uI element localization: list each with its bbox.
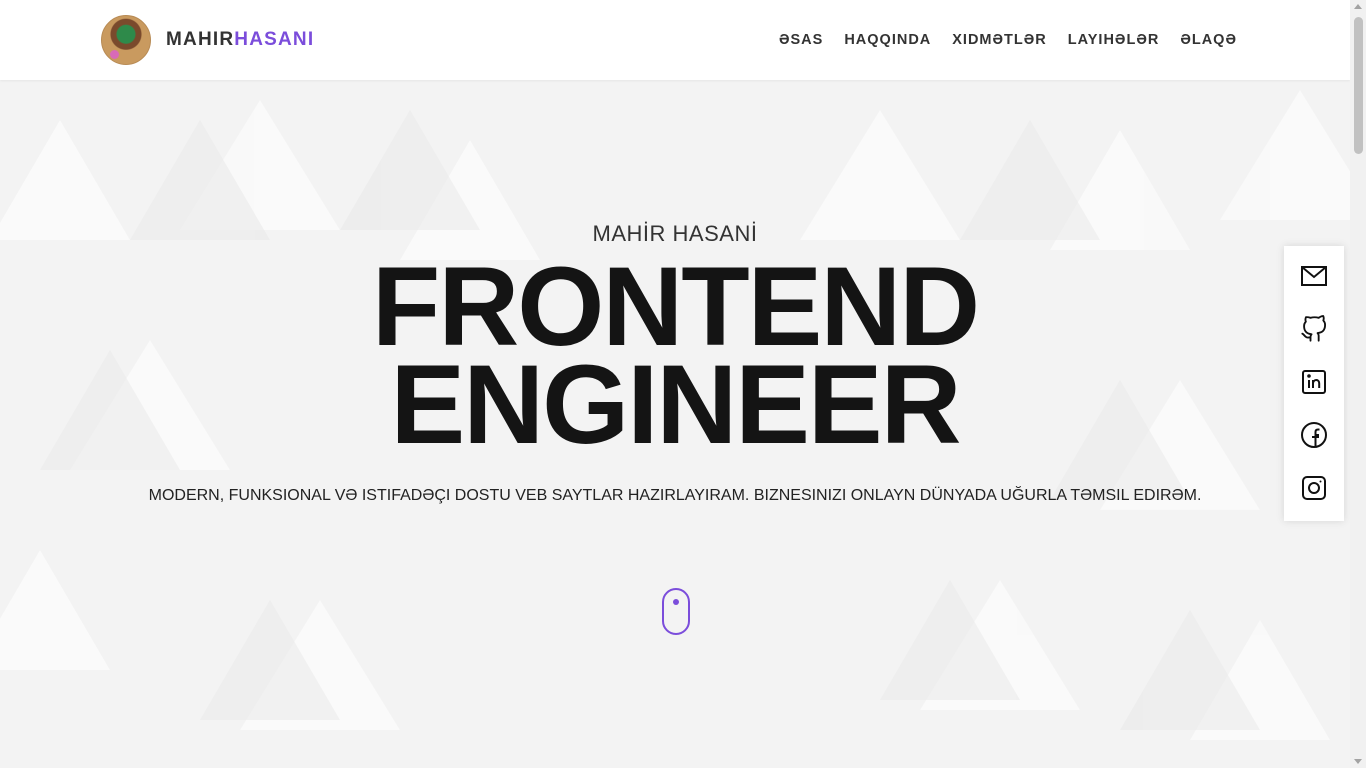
- scroll-down-mouse-icon[interactable]: [662, 588, 690, 635]
- hero-section: MAHİR HASANİ FRONTEND ENGINEER MODERN, F…: [0, 80, 1350, 768]
- nav-item-layiheler[interactable]: LAYIHƏLƏR: [1068, 31, 1160, 49]
- avatar: [101, 15, 151, 65]
- brand-name: MAHIRHASANI: [166, 29, 314, 51]
- nav-item-xidmetler[interactable]: XIDMƏTLƏR: [952, 31, 1047, 49]
- mail-icon[interactable]: [1300, 262, 1328, 290]
- nav-item-esas[interactable]: ƏSAS: [779, 31, 823, 49]
- facebook-icon[interactable]: [1300, 421, 1328, 449]
- instagram-icon[interactable]: [1300, 474, 1328, 502]
- nav-item-elaqe[interactable]: ƏLAQƏ: [1180, 31, 1237, 49]
- scroll-up-arrow-icon[interactable]: [1354, 4, 1362, 9]
- brand-second: HASANI: [234, 29, 315, 50]
- brand[interactable]: MAHIRHASANI: [101, 15, 314, 65]
- hero-title: FRONTEND ENGINEER: [0, 251, 1350, 467]
- nav-item-haqqinda[interactable]: HAQQINDA: [844, 31, 931, 49]
- social-links-panel: [1284, 246, 1344, 521]
- brand-first: MAHIR: [166, 29, 235, 50]
- page-scrollbar[interactable]: [1350, 0, 1366, 768]
- site-header: MAHIRHASANI ƏSAS HAQQINDA XIDMƏTLƏR LAYI…: [0, 0, 1350, 80]
- github-icon[interactable]: [1300, 315, 1328, 343]
- hero-description: MODERN, FUNKSIONAL VƏ ISTIFADƏÇI DOSTU V…: [148, 487, 1202, 504]
- scroll-down-arrow-icon[interactable]: [1354, 759, 1362, 764]
- main-nav: ƏSAS HAQQINDA XIDMƏTLƏR LAYIHƏLƏR ƏLAQƏ: [758, 31, 1237, 49]
- linkedin-icon[interactable]: [1300, 368, 1328, 396]
- hero-title-line2: ENGINEER: [390, 342, 962, 467]
- scroll-thumb[interactable]: [1354, 17, 1363, 154]
- mouse-wheel-dot: [673, 599, 679, 605]
